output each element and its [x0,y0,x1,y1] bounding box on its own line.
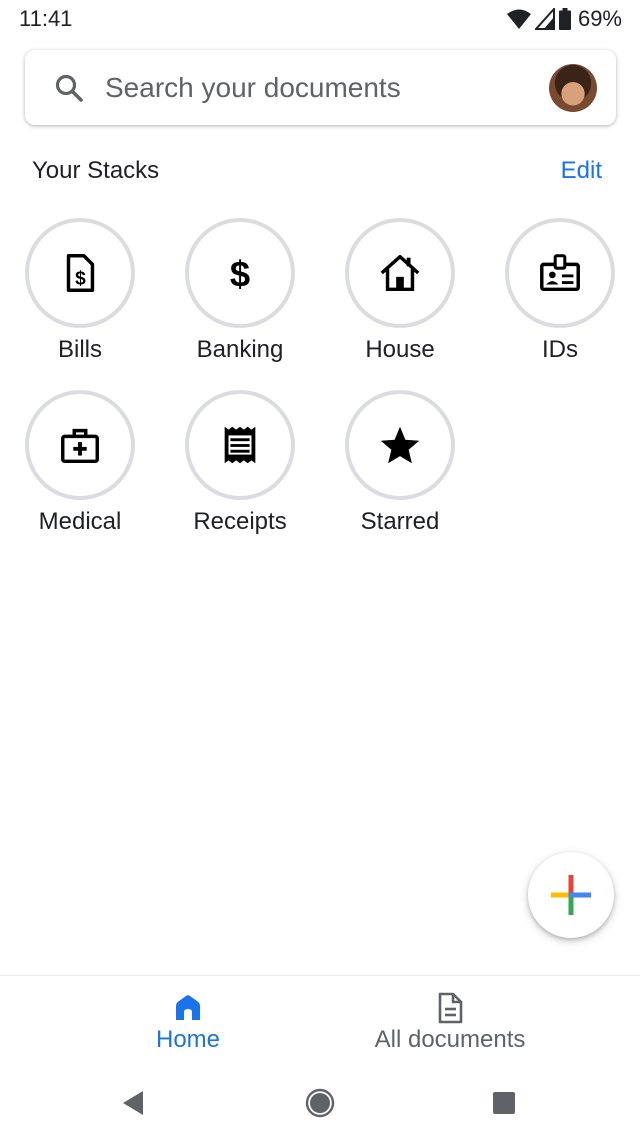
battery-icon [558,8,571,30]
bottom-navigation: Home All documents [0,975,640,1067]
battery-percentage: 69% [577,6,622,31]
stack-circle [345,390,455,500]
nav-label: All documents [374,1026,526,1053]
stack-medical[interactable]: Medical [10,390,150,550]
home-icon [176,995,200,1020]
status-icons: 69% [506,5,622,33]
search-bar[interactable] [25,50,616,125]
stack-label: Banking [196,336,284,363]
account-avatar[interactable] [549,64,597,112]
add-document-button[interactable] [528,852,614,938]
search-icon [55,74,83,102]
search-input[interactable] [105,68,525,108]
home-circle-icon[interactable] [304,1087,336,1119]
nav-all-documents[interactable]: All documents [340,976,560,1068]
stack-label: Bills [57,336,102,363]
status-time: 11:41 [19,6,73,31]
wifi-icon [506,9,531,29]
stack-label: Starred [360,508,440,535]
dollar-icon: $ [230,253,250,294]
stack-house[interactable]: House [330,218,470,378]
status-bar: 11:41 69% [0,0,640,40]
svg-text:$: $ [75,269,86,290]
bill-icon: $ [66,254,95,292]
stack-receipts[interactable]: Receipts [170,390,310,550]
stack-bills[interactable]: $ Bills [10,218,150,378]
stack-label: Receipts [193,508,287,535]
nav-home[interactable]: Home [108,976,268,1068]
stack-ids[interactable]: IDs [490,218,630,378]
system-navigation-bar [0,1067,640,1137]
stack-circle [505,218,615,328]
stack-label: IDs [542,336,578,363]
edit-stacks-button[interactable]: Edit [561,157,602,185]
plus-icon [551,875,591,915]
star-icon [380,426,420,464]
stack-circle [345,218,455,328]
cell-signal-icon [534,8,555,30]
recents-square-icon[interactable] [488,1087,520,1119]
app-screen: 11:41 69% Your Stacks Edit [0,0,640,1137]
receipt-icon [224,426,256,464]
stack-circle: $ [185,218,295,328]
document-icon [438,992,463,1024]
stack-banking[interactable]: $ Banking [170,218,310,378]
stack-circle: $ [25,218,135,328]
medical-kit-icon [61,428,99,464]
section-title: Your Stacks [32,157,160,184]
id-card-icon [540,254,580,292]
back-icon[interactable] [117,1087,149,1119]
svg-text:$: $ [230,253,250,294]
nav-label: Home [155,1026,221,1053]
stack-circle [25,390,135,500]
house-icon [380,254,420,292]
stack-label: Medical [38,508,122,535]
stack-circle [185,390,295,500]
stack-starred[interactable]: Starred [330,390,470,550]
stack-label: House [365,336,435,363]
